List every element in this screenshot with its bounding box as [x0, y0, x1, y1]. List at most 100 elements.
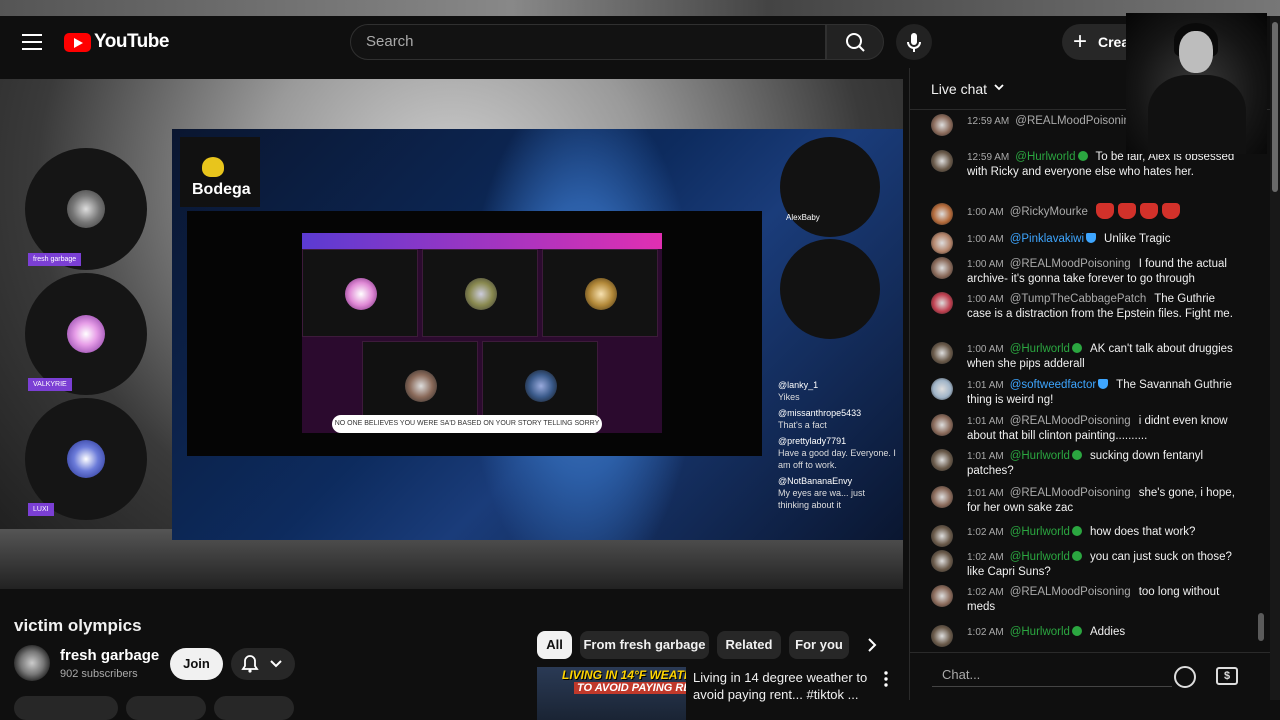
grid-header	[302, 233, 662, 249]
chip-from-channel[interactable]: From fresh garbage	[580, 631, 709, 659]
chat-author-text: @REALMoodPoisoning	[1009, 586, 1131, 598]
subscribe-notifications-button[interactable]	[231, 648, 295, 680]
overlay-banner: NO ONE BELIEVES YOU WERE SA'D BASED ON Y…	[332, 415, 602, 433]
more-options-icon[interactable]	[880, 670, 892, 688]
chat-author-avatar[interactable]	[931, 257, 953, 279]
guest-bubble	[780, 137, 880, 237]
chat-author-avatar[interactable]	[931, 232, 953, 254]
share-button[interactable]	[126, 696, 206, 720]
chat-timestamp: 1:00 AM	[967, 207, 1004, 218]
voice-search-button[interactable]	[896, 24, 932, 60]
menu-icon[interactable]	[22, 34, 42, 50]
webcam-person	[1179, 31, 1213, 73]
chat-author-name[interactable]: @REALMoodPoisoning	[1010, 487, 1131, 499]
chat-author-name[interactable]: @RickyMourke	[1010, 206, 1088, 218]
chat-author-name[interactable]: @Pinklavakiwi	[1010, 233, 1097, 245]
chat-author-name[interactable]: @Hurlworld	[1010, 526, 1082, 538]
chat-message-body: 1:00 AM @REALMoodPoisoning I found the act…	[967, 257, 1235, 286]
chat-message-body: 1:01 AM @REALMoodPoisoning she's gone, i h…	[967, 486, 1235, 515]
chat-author-text: @Hurlworld	[1009, 626, 1070, 638]
channel-name[interactable]: fresh garbage	[60, 647, 159, 664]
bodega-logo: Bodega	[180, 137, 260, 207]
participant-bubble	[25, 398, 147, 520]
chip-all[interactable]: All	[537, 631, 572, 659]
chat-scrollbar[interactable]	[1258, 613, 1264, 641]
chat-timestamp: 1:01 AM	[967, 451, 1004, 462]
chat-author-avatar[interactable]	[931, 550, 953, 572]
page-scrollbar[interactable]	[1270, 16, 1280, 700]
screen-chat-item: @NotBananaEnvy My eyes are wa... just thi…	[778, 475, 898, 511]
participant-avatar	[67, 315, 105, 353]
chat-author-name[interactable]: @Hurlworld	[1015, 151, 1088, 163]
super-chat-icon[interactable]: $	[1216, 667, 1238, 685]
chat-author-avatar[interactable]	[931, 114, 953, 136]
bell-icon	[241, 655, 282, 673]
chat-message-text: Addies	[1089, 626, 1126, 638]
chat-timestamp: 1:02 AM	[967, 527, 1004, 538]
member-badge-icon	[1071, 526, 1082, 536]
custom-emoji-icon	[1161, 203, 1180, 219]
recommendation-thumbnail[interactable]: LIVING IN 14°F WEATHER TO AVOID PAYING R…	[537, 667, 686, 720]
chat-author-avatar[interactable]	[931, 342, 953, 364]
screen-side-panel: AlexBaby @lanky_1 Yikes @missanthrope5433…	[770, 129, 903, 540]
emoji-icon[interactable]	[1174, 666, 1196, 688]
chat-author-text: @REALMoodPoisoning	[1009, 415, 1131, 427]
chat-author-name[interactable]: @Hurlworld	[1010, 626, 1082, 638]
search-button[interactable]	[826, 24, 884, 60]
chat-author-avatar[interactable]	[931, 585, 953, 607]
screen-chat: @lanky_1 Yikes @missanthrope5433 That's a …	[778, 379, 898, 511]
video-title: victim olympics	[14, 616, 142, 635]
member-badge-icon	[1071, 343, 1082, 353]
participant-avatar	[67, 440, 105, 478]
search-input[interactable]: Search	[350, 24, 826, 60]
subscriber-count: 902 subscribers	[60, 668, 138, 680]
cell-avatar	[345, 278, 377, 310]
guest-name: AlexBaby	[786, 213, 820, 222]
chat-author-text: @Hurlworld	[1015, 151, 1076, 163]
join-button[interactable]: Join	[170, 648, 223, 680]
chat-author-name[interactable]: @REALMoodPoisoning	[1010, 415, 1131, 427]
chat-author-name[interactable]: @REALMoodPoisoning	[1010, 586, 1131, 598]
participant-name-tag: fresh garbage	[28, 253, 82, 266]
participant-name-tag: LUXI	[28, 503, 54, 516]
chat-author-name[interactable]: @REALMoodPoisoning	[1015, 115, 1136, 127]
like-button[interactable]	[14, 696, 118, 720]
chat-input[interactable]: Chat...	[932, 663, 1172, 687]
chip-for-you[interactable]: For you	[789, 631, 849, 659]
chat-author-name[interactable]: @REALMoodPoisoning	[1010, 258, 1131, 270]
chevron-down-icon[interactable]	[994, 82, 1004, 92]
save-button[interactable]	[214, 696, 294, 720]
chat-author-name[interactable]: @Hurlworld	[1010, 450, 1082, 462]
chat-author-avatar[interactable]	[931, 625, 953, 647]
youtube-logo[interactable]: YouTube	[64, 30, 169, 54]
chat-author-avatar[interactable]	[931, 378, 953, 400]
chat-author-avatar[interactable]	[931, 292, 953, 314]
chat-timestamp: 1:01 AM	[967, 380, 1004, 391]
live-chat-title[interactable]: Live chat	[931, 81, 987, 97]
chat-author-avatar[interactable]	[931, 449, 953, 471]
chat-author-avatar[interactable]	[931, 203, 953, 225]
chat-author-avatar[interactable]	[931, 525, 953, 547]
chat-message-body: 1:00 AM @TumpTheCabbagePatch The Guthrie c…	[967, 292, 1235, 321]
video-player[interactable]: fresh garbage VALKYRIE LUXI Bodega NO ON…	[0, 79, 903, 589]
chip-related[interactable]: Related	[717, 631, 781, 659]
webcam-overlay	[1126, 13, 1267, 154]
chat-author-text: @Hurlworld	[1009, 450, 1070, 462]
screen-chat-item: @lanky_1 Yikes	[778, 379, 898, 403]
chat-author-name[interactable]: @softweedfactor	[1010, 379, 1109, 391]
channel-avatar[interactable]	[14, 645, 50, 681]
screen-chat-user: @prettylady7791	[778, 436, 847, 446]
chat-author-avatar[interactable]	[931, 486, 953, 508]
chat-author-name[interactable]: @Hurlworld	[1010, 551, 1082, 563]
search-icon	[846, 33, 865, 52]
chat-author-avatar[interactable]	[931, 414, 953, 436]
recommendation-title[interactable]: Living in 14 degree weather to avoid pay…	[693, 669, 869, 703]
grid-cell	[302, 249, 418, 337]
page-scrollbar-thumb[interactable]	[1272, 22, 1278, 192]
chat-author-name[interactable]: @Hurlworld	[1010, 343, 1082, 355]
chat-timestamp: 1:00 AM	[967, 344, 1004, 355]
chip-next-button[interactable]	[858, 631, 886, 659]
member-badge-icon	[1071, 551, 1082, 561]
chat-author-name[interactable]: @TumpTheCabbagePatch	[1010, 293, 1147, 305]
chat-author-avatar[interactable]	[931, 150, 953, 172]
